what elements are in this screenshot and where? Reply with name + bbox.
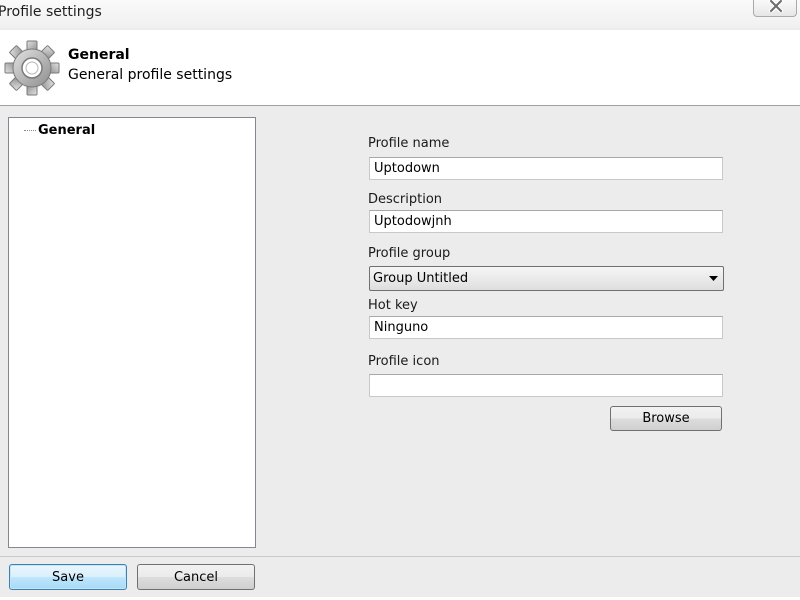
profile-group-value: Group Untitled: [373, 271, 469, 286]
close-button[interactable]: [753, 0, 797, 17]
profile-group-label: Profile group: [368, 246, 451, 261]
chevron-down-icon: [709, 276, 718, 281]
profile-icon-input[interactable]: [369, 374, 723, 397]
tree-item-general[interactable]: General: [24, 121, 95, 139]
tree-connector: [24, 129, 36, 131]
hot-key-label: Hot key: [368, 298, 418, 313]
gear-icon: [4, 40, 60, 96]
cancel-button[interactable]: Cancel: [137, 564, 255, 590]
settings-header: General General profile settings: [0, 30, 800, 106]
header-title: General: [68, 47, 130, 63]
profile-group-select[interactable]: Group Untitled: [369, 266, 724, 291]
close-icon: [769, 0, 783, 12]
save-button[interactable]: Save: [9, 564, 127, 590]
hot-key-input[interactable]: [369, 316, 723, 339]
description-input[interactable]: [369, 210, 723, 233]
browse-button[interactable]: Browse: [610, 406, 722, 431]
window-title: Profile settings: [0, 4, 102, 20]
profile-settings-window: Profile settings General General profile…: [0, 0, 800, 600]
footer-divider: [0, 556, 800, 557]
profile-icon-label: Profile icon: [368, 354, 440, 369]
description-label: Description: [368, 192, 443, 207]
header-subtitle: General profile settings: [68, 67, 233, 83]
title-bar[interactable]: Profile settings: [0, 0, 800, 28]
settings-tree[interactable]: General: [8, 117, 256, 548]
profile-name-input[interactable]: [369, 157, 723, 180]
tree-item-label: General: [38, 122, 96, 138]
profile-name-label: Profile name: [368, 136, 450, 151]
